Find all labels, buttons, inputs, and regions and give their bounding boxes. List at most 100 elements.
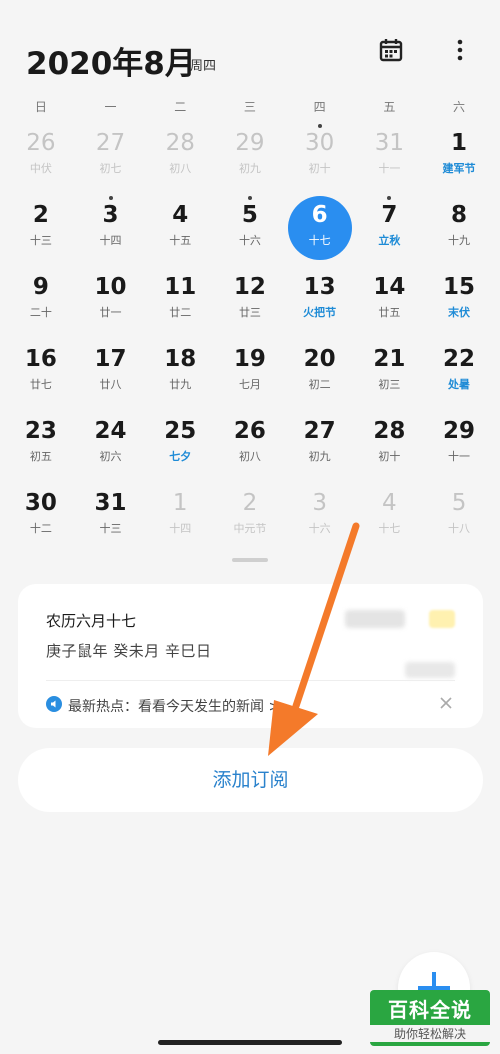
calendar-day-today[interactable]: 6 十七	[285, 192, 355, 264]
lunar-day-label: 初十	[308, 162, 331, 175]
calendar-day[interactable]: 19 七月	[215, 336, 285, 408]
festival-label: 建军节	[442, 162, 476, 175]
calendar-day[interactable]: 29 初九	[215, 120, 285, 192]
lunar-info-card: 农历六月十七 庚子鼠年 癸未月 辛巳日 最新热点：看看今天发生的新闻 >	[18, 584, 483, 728]
calendar-day[interactable]: 22 处暑	[424, 336, 494, 408]
calendar-day[interactable]: 29 十一	[424, 408, 494, 480]
lunar-date: 农历六月十七	[46, 612, 137, 630]
news-link[interactable]: 最新热点：看看今天发生的新闻 >	[68, 696, 280, 716]
calendar-icon[interactable]	[377, 36, 405, 64]
weather-blurred	[345, 608, 455, 678]
lunar-day-label: 廿七	[29, 378, 52, 391]
lunar-day-label: 十七	[378, 522, 401, 535]
calendar-day[interactable]: 27 初七	[76, 120, 146, 192]
calendar-day[interactable]: 28 初八	[145, 120, 215, 192]
event-dot	[317, 124, 322, 128]
calendar-day[interactable]: 21 初三	[355, 336, 425, 408]
calendar-day[interactable]: 17 廿八	[76, 336, 146, 408]
day-number: 17	[94, 346, 127, 372]
day-number: 5	[241, 202, 258, 228]
calendar-day[interactable]: 11 廿二	[145, 264, 215, 336]
calendar-day[interactable]: 15 末伏	[424, 264, 494, 336]
calendar-day[interactable]: 7 立秋	[355, 192, 425, 264]
calendar-day[interactable]: 26 初八	[215, 408, 285, 480]
lunar-day-label: 初六	[99, 450, 122, 463]
weekday-label: 日	[34, 100, 47, 114]
watermark-subtitle: 助你轻松解决	[370, 1025, 490, 1042]
month-title[interactable]: 2020年8月	[26, 38, 196, 83]
lunar-day-label: 初三	[378, 378, 401, 391]
calendar-day[interactable]: 9 二十	[6, 264, 76, 336]
calendar-day[interactable]: 25 七夕	[145, 408, 215, 480]
lunar-day-label: 廿五	[378, 306, 401, 319]
day-number: 30	[24, 490, 57, 516]
calendar-day[interactable]: 24 初六	[76, 408, 146, 480]
add-subscription-button[interactable]: 添加订阅	[18, 748, 483, 812]
event-dot	[108, 196, 113, 200]
lunar-day-label: 初九	[238, 162, 261, 175]
calendar-day[interactable]: 26 中伏	[6, 120, 76, 192]
calendar-day[interactable]: 16 廿七	[6, 336, 76, 408]
calendar-day[interactable]: 23 初五	[6, 408, 76, 480]
day-number: 28	[165, 130, 195, 156]
day-number: 6	[311, 202, 328, 228]
calendar-day[interactable]: 3 十四	[76, 192, 146, 264]
calendar-header: 2020年8月 周四	[0, 0, 500, 90]
calendar-day[interactable]: 27 初九	[285, 408, 355, 480]
day-number: 19	[233, 346, 266, 372]
calendar-day[interactable]: 2 十三	[6, 192, 76, 264]
weekday-label: 一	[104, 100, 117, 114]
calendar-day[interactable]: 13 火把节	[285, 264, 355, 336]
lunar-day-label: 初九	[308, 450, 331, 463]
close-icon[interactable]	[439, 696, 453, 710]
more-vertical-icon[interactable]	[446, 36, 474, 64]
calendar-day[interactable]: 31 十三	[76, 480, 146, 552]
calendar-day[interactable]: 30 初十	[285, 120, 355, 192]
calendar-day[interactable]: 5 十八	[424, 480, 494, 552]
calendar-day[interactable]: 18 廿九	[145, 336, 215, 408]
lunar-day-label: 十四	[99, 234, 122, 247]
watermark-title: 百科全说	[388, 998, 472, 1022]
lunar-day-label: 中元节	[233, 522, 267, 535]
calendar-day[interactable]: 20 初二	[285, 336, 355, 408]
weather-temp-blurred	[345, 610, 405, 628]
lunar-day-label: 十三	[99, 522, 122, 535]
day-number: 3	[102, 202, 119, 228]
calendar-day[interactable]: 10 廿一	[76, 264, 146, 336]
home-indicator[interactable]	[158, 1040, 342, 1045]
lunar-day-label: 廿二	[169, 306, 192, 319]
day-number: 15	[443, 274, 476, 300]
day-number: 5	[451, 490, 467, 516]
day-number: 1	[172, 490, 188, 516]
calendar-day[interactable]: 4 十五	[145, 192, 215, 264]
drag-handle[interactable]	[232, 558, 268, 562]
calendar-day[interactable]: 30 十二	[6, 480, 76, 552]
calendar-day[interactable]: 1 建军节	[424, 120, 494, 192]
day-number: 26	[233, 418, 266, 444]
calendar-day[interactable]: 5 十六	[215, 192, 285, 264]
calendar-day[interactable]: 28 初十	[355, 408, 425, 480]
calendar-day[interactable]: 1 十四	[145, 480, 215, 552]
lunar-day-label: 廿三	[238, 306, 261, 319]
festival-label: 立秋	[378, 234, 401, 247]
lunar-day-label: 十五	[169, 234, 192, 247]
calendar-day[interactable]: 3 十六	[285, 480, 355, 552]
calendar-day[interactable]: 8 十九	[424, 192, 494, 264]
weekday-label: 二	[174, 100, 187, 114]
day-number: 10	[94, 274, 127, 300]
day-number: 30	[305, 130, 335, 156]
day-number: 26	[26, 130, 56, 156]
calendar-day[interactable]: 2 中元节	[215, 480, 285, 552]
day-number: 29	[443, 418, 476, 444]
event-dot	[247, 196, 252, 200]
lunar-day-label: 初八	[238, 450, 261, 463]
day-number: 14	[373, 274, 406, 300]
calendar-day[interactable]: 12 廿三	[215, 264, 285, 336]
calendar-day[interactable]: 4 十七	[355, 480, 425, 552]
calendar-day[interactable]: 31 十一	[355, 120, 425, 192]
divider	[46, 680, 455, 681]
day-number: 8	[451, 202, 468, 228]
lunar-day-label: 十二	[29, 522, 52, 535]
day-number: 16	[24, 346, 57, 372]
calendar-day[interactable]: 14 廿五	[355, 264, 425, 336]
